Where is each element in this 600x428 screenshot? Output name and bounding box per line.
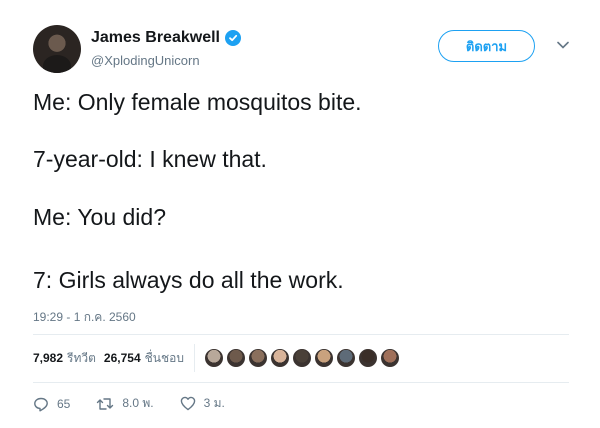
retweet-button[interactable]: 8.0 พ. (96, 394, 154, 413)
likes-count: 26,754 (103, 351, 141, 365)
like-count: 3 ม. (203, 396, 225, 410)
tweet-line: Me: You did? (33, 204, 167, 230)
reply-button[interactable]: 65 (33, 396, 70, 412)
likes-stat[interactable]: 26,754 ชื่นชอบ (104, 349, 184, 368)
tweet-timestamp[interactable]: 19:29 - 1 ก.ค. 2560 (33, 308, 136, 327)
follow-button[interactable]: ติดตาม (438, 30, 535, 62)
heart-icon (180, 396, 195, 411)
likes-label: ชื่นชอบ (144, 350, 184, 365)
tweet-stats: 7,982 รีทวีต 26,754 ชื่นชอบ (33, 334, 401, 382)
tweet-line: 7-year-old: I knew that. (33, 146, 267, 172)
reply-count: 65 (57, 396, 71, 411)
author-display-name[interactable]: James Breakwell (91, 29, 220, 47)
verified-badge-icon (224, 30, 241, 46)
retweets-stat[interactable]: 7,982 รีทวีต (33, 349, 96, 368)
liker-avatar[interactable] (246, 347, 269, 369)
author-handle[interactable]: @XplodingUnicorn (91, 53, 200, 68)
liker-avatar[interactable] (378, 347, 401, 369)
retweets-count: 7,982 (33, 351, 64, 365)
liker-avatar[interactable] (224, 347, 247, 369)
liker-avatar[interactable] (334, 347, 357, 369)
liker-avatar[interactable] (290, 347, 313, 369)
tweet-header: James Breakwell @XplodingUnicorn ติดตาม (33, 25, 578, 75)
liker-avatar[interactable] (268, 347, 291, 369)
like-button[interactable]: 3 ม. (180, 394, 225, 413)
tweet-line: 7: Girls always do all the work. (33, 267, 344, 293)
liker-avatar[interactable] (202, 347, 225, 369)
tweet-actions: 65 8.0 พ. 3 ม. (33, 394, 251, 413)
retweets-label: รีทวีต (67, 350, 96, 365)
reply-icon (34, 397, 48, 411)
divider (33, 382, 569, 383)
liker-avatars (202, 347, 401, 369)
retweet-icon (97, 397, 114, 410)
author-avatar[interactable] (33, 25, 81, 73)
stats-separator (193, 344, 195, 372)
liker-avatar[interactable] (312, 347, 335, 369)
tweet-line: Me: Only female mosquitos bite. (33, 89, 362, 115)
chevron-down-icon[interactable] (555, 37, 571, 53)
retweet-count: 8.0 พ. (122, 396, 154, 410)
liker-avatar[interactable] (356, 347, 379, 369)
author-name-row[interactable]: James Breakwell (91, 29, 241, 47)
